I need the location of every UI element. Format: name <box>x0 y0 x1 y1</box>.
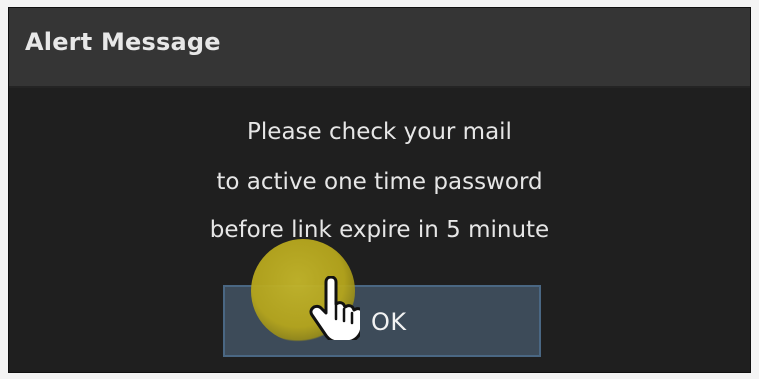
message-line-2: to active one time password <box>216 169 543 195</box>
message-line-3: before link expire in 5 minute <box>209 217 550 243</box>
ok-button[interactable]: OK <box>223 285 541 357</box>
dialog-titlebar: Alert Message <box>9 8 750 88</box>
message-line-1: Please check your mail <box>247 119 512 145</box>
dialog-body: Please check your mail to active one tim… <box>9 88 750 372</box>
ok-button-label: OK <box>371 308 407 336</box>
alert-dialog: Alert Message Please check your mail to … <box>8 7 751 373</box>
dialog-title: Alert Message <box>25 28 221 56</box>
